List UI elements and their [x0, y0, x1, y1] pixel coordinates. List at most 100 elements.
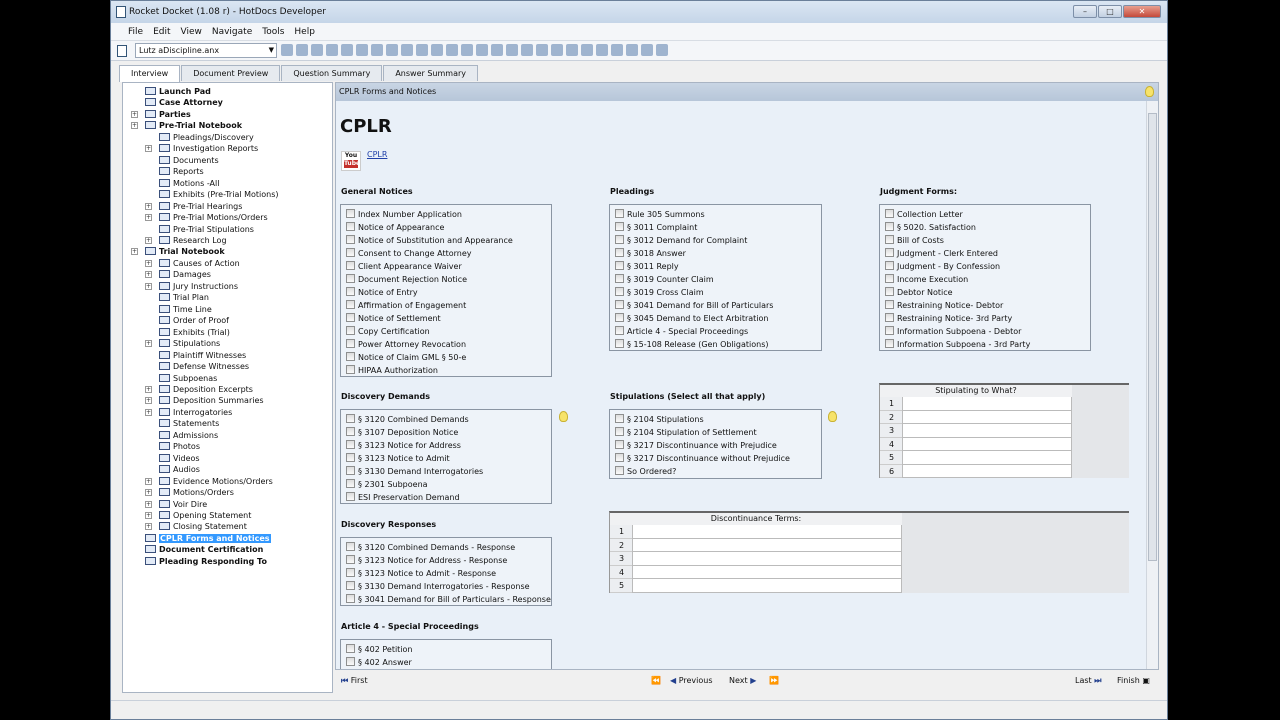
edit2-icon[interactable]: [641, 44, 653, 56]
sort-icon[interactable]: [611, 44, 623, 56]
tab-question-summary[interactable]: Question Summary: [281, 65, 383, 81]
checkbox-item[interactable]: § 3019 Cross Claim: [610, 286, 821, 299]
document-select[interactable]: Lutz aDiscipline.anx ▼: [135, 43, 277, 58]
expand-icon[interactable]: +: [145, 512, 152, 520]
expand-icon[interactable]: +: [145, 489, 152, 497]
tree-item[interactable]: Admissions: [159, 430, 218, 441]
checkbox[interactable]: [615, 453, 624, 462]
checkbox-item[interactable]: Copy Certification: [341, 325, 551, 338]
checkbox-item[interactable]: Notice of Entry: [341, 286, 551, 299]
checkbox-item[interactable]: § 3011 Reply: [610, 260, 821, 273]
tree-item[interactable]: Closing Statement: [159, 521, 247, 532]
lightbulb-icon[interactable]: [1145, 86, 1154, 97]
checkbox-item[interactable]: § 5020. Satisfaction: [880, 221, 1090, 234]
tree-item[interactable]: CPLR Forms and Notices: [145, 533, 271, 544]
paste-icon[interactable]: [536, 44, 548, 56]
checkbox[interactable]: [885, 222, 894, 231]
grid-cell-input[interactable]: [632, 552, 902, 566]
tree-item[interactable]: Parties: [145, 109, 191, 120]
checkbox[interactable]: [346, 492, 355, 501]
menu-edit[interactable]: Edit: [148, 23, 175, 40]
tree-item[interactable]: Research Log: [159, 235, 227, 246]
tab-answer-summary[interactable]: Answer Summary: [383, 65, 478, 81]
tree-item[interactable]: Causes of Action: [159, 258, 240, 269]
checkbox-item[interactable]: § 402 Answer: [341, 656, 551, 669]
grid-cell-input[interactable]: [902, 410, 1072, 424]
tree-item[interactable]: Document Certification: [145, 544, 263, 555]
tree-item[interactable]: Order of Proof: [159, 315, 229, 326]
expand-icon[interactable]: +: [145, 385, 152, 393]
new-icon[interactable]: [281, 44, 293, 56]
save-icon[interactable]: [341, 44, 353, 56]
checkbox-item[interactable]: Restraining Notice- 3rd Party: [880, 312, 1090, 325]
checkbox-item[interactable]: § 3018 Answer: [610, 247, 821, 260]
checkbox-item[interactable]: § 3011 Complaint: [610, 221, 821, 234]
tree-item[interactable]: Photos: [159, 441, 200, 452]
template-icon[interactable]: [311, 44, 323, 56]
copy-icon[interactable]: [521, 44, 533, 56]
tree-item[interactable]: Investigation Reports: [159, 143, 258, 154]
insert-icon[interactable]: [416, 44, 428, 56]
tree-item[interactable]: Exhibits (Trial): [159, 327, 230, 338]
chevron-down-icon[interactable]: ▼: [269, 44, 274, 57]
checkbox[interactable]: [346, 466, 355, 475]
checkbox-item[interactable]: § 3107 Deposition Notice: [341, 426, 551, 439]
checkbox-item[interactable]: Information Subpoena - Debtor: [880, 325, 1090, 338]
checkbox-item[interactable]: § 3120 Combined Demands - Response: [341, 541, 551, 554]
tree-item[interactable]: Jury Instructions: [159, 281, 238, 292]
checkbox[interactable]: [885, 209, 894, 218]
tree-item[interactable]: Documents: [159, 155, 219, 166]
lightbulb-icon[interactable]: [559, 411, 568, 422]
checkbox-item[interactable]: Information Subpoena - 3rd Party: [880, 338, 1090, 351]
clear-icon[interactable]: [461, 44, 473, 56]
check-icon[interactable]: [431, 44, 443, 56]
grid-cell-input[interactable]: [902, 451, 1072, 465]
grid-cell-input[interactable]: [632, 538, 902, 552]
interview-icon[interactable]: [117, 45, 127, 57]
expand-icon[interactable]: +: [131, 110, 138, 118]
close-button[interactable]: ✕: [1123, 5, 1161, 18]
tree-item[interactable]: Pre-Trial Hearings: [159, 201, 242, 212]
first-button[interactable]: ⏮ First: [341, 671, 368, 691]
tree-item[interactable]: Pre-Trial Motions/Orders: [159, 212, 268, 223]
exit-icon[interactable]: [656, 44, 668, 56]
checkbox[interactable]: [615, 300, 624, 309]
tree-item[interactable]: Launch Pad: [145, 86, 211, 97]
grid-cell-input[interactable]: [632, 525, 902, 539]
expand-icon[interactable]: +: [145, 214, 152, 222]
checkbox[interactable]: [615, 274, 624, 283]
indent-icon[interactable]: [551, 44, 563, 56]
expand-icon[interactable]: +: [145, 523, 152, 531]
checkbox[interactable]: [615, 248, 624, 257]
checkbox[interactable]: [615, 427, 624, 436]
checkbox-item[interactable]: § 3045 Demand to Elect Arbitration: [610, 312, 821, 325]
back-skip-icon[interactable]: ⏪: [651, 671, 661, 691]
menu-tools[interactable]: Tools: [257, 23, 289, 40]
tree-item[interactable]: Motions/Orders: [159, 487, 234, 498]
expand-icon[interactable]: +: [145, 397, 152, 405]
tree-item[interactable]: Stipulations: [159, 338, 220, 349]
undo-icon[interactable]: [476, 44, 488, 56]
tree-item[interactable]: Plaintiff Witnesses: [159, 350, 246, 361]
checkbox-item[interactable]: Restraining Notice- Debtor: [880, 299, 1090, 312]
grid-cell-input[interactable]: [632, 565, 902, 579]
checkbox[interactable]: [615, 313, 624, 322]
checkbox[interactable]: [885, 248, 894, 257]
remove-icon[interactable]: [596, 44, 608, 56]
add-icon[interactable]: [581, 44, 593, 56]
tree-item[interactable]: Opening Statement: [159, 510, 251, 521]
menu-navigate[interactable]: Navigate: [207, 23, 257, 40]
expand-icon[interactable]: +: [145, 259, 152, 267]
checkbox-item[interactable]: § 3041 Demand for Bill of Particulars - …: [341, 593, 551, 606]
menu-help[interactable]: Help: [289, 23, 320, 40]
checkbox-item[interactable]: Bill of Costs: [880, 234, 1090, 247]
last-button[interactable]: Last ⏭: [1075, 671, 1101, 691]
checkbox-item[interactable]: Index Number Application: [341, 208, 551, 221]
checkbox-item[interactable]: Client Appearance Waiver: [341, 260, 551, 273]
tab-document-preview[interactable]: Document Preview: [181, 65, 281, 81]
checkbox-item[interactable]: § 15-108 Release (Gen Obligations): [610, 338, 821, 351]
checkbox-item[interactable]: § 3217 Discontinuance with Prejudice: [610, 439, 821, 452]
checkbox[interactable]: [346, 300, 355, 309]
checkbox-item[interactable]: Power Attorney Revocation: [341, 338, 551, 351]
tree-item[interactable]: Exhibits (Pre-Trial Motions): [159, 189, 279, 200]
